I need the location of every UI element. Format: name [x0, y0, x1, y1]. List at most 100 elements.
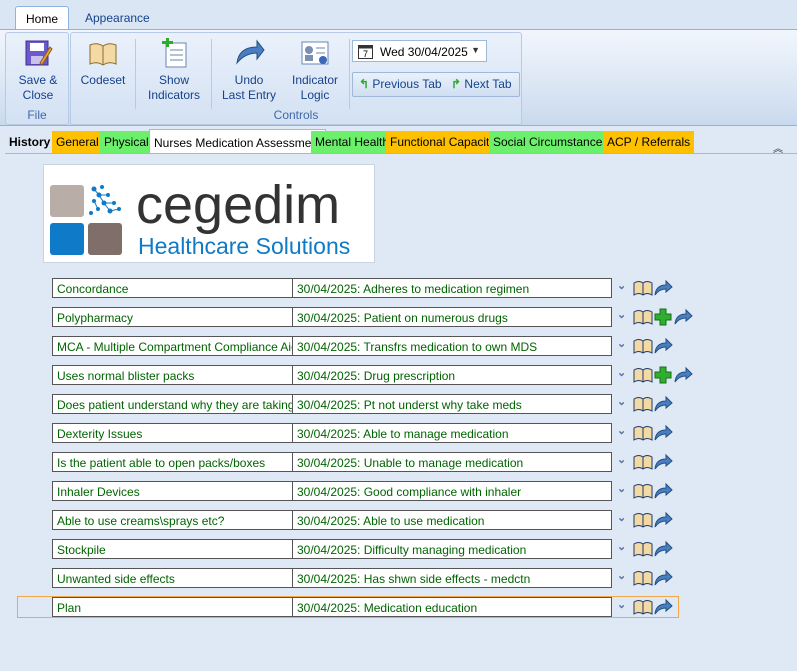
- row-label[interactable]: Plan: [52, 597, 293, 617]
- expand-chevron-icon[interactable]: ⌄: [617, 366, 626, 379]
- tab-home[interactable]: Home: [15, 6, 70, 30]
- row-label[interactable]: MCA - Multiple Compartment Compliance Ai…: [52, 336, 293, 356]
- undo-icon[interactable]: [653, 453, 673, 471]
- row-value[interactable]: 30/04/2025: Able to manage medication: [292, 423, 612, 443]
- tab-appearance[interactable]: Appearance: [75, 6, 160, 30]
- row-label[interactable]: Unwanted side effects: [52, 568, 293, 588]
- book-icon: [89, 43, 117, 66]
- expand-chevron-icon[interactable]: ⌄: [617, 337, 626, 350]
- tab-physical[interactable]: Physical: [100, 131, 153, 153]
- undo-label-1: Undo: [234, 73, 264, 87]
- indicators-icon: [162, 38, 187, 68]
- expand-chevron-icon[interactable]: ⌄: [617, 598, 626, 611]
- show-indicators-label-1: Show: [158, 73, 190, 87]
- row-value[interactable]: 30/04/2025: Able to use medication: [292, 510, 612, 530]
- cegedim-logo: cegedim Healthcare Solutions: [43, 164, 375, 263]
- show-indicators-button[interactable]: Show Indicators: [143, 37, 205, 103]
- row-value[interactable]: 30/04/2025: Medication education: [292, 597, 612, 617]
- row-label[interactable]: Dexterity Issues: [52, 423, 293, 443]
- indicator-logic-icon: [301, 41, 329, 65]
- book-icon[interactable]: [633, 308, 653, 326]
- expand-chevron-icon[interactable]: ⌄: [617, 395, 626, 408]
- book-icon[interactable]: [633, 482, 653, 500]
- tab-nurses-medication-assessment[interactable]: Nurses Medication Assessment: [149, 129, 327, 153]
- row-value[interactable]: 30/04/2025: Has shwn side effects - medc…: [292, 568, 612, 588]
- row-label[interactable]: Able to use creams\sprays etc?: [52, 510, 293, 530]
- row-label[interactable]: Uses normal blister packs: [52, 365, 293, 385]
- save-close-label-1: Save &: [18, 73, 58, 87]
- next-tab-label: Next Tab: [464, 77, 512, 91]
- row-value[interactable]: 30/04/2025: Unable to manage medication: [292, 452, 612, 472]
- row-label[interactable]: Polypharmacy: [52, 307, 293, 327]
- undo-icon[interactable]: [653, 279, 673, 297]
- expand-chevron-icon[interactable]: ⌄: [617, 482, 626, 495]
- row-value[interactable]: 30/04/2025: Drug prescription: [292, 365, 612, 385]
- book-icon[interactable]: [633, 337, 653, 355]
- next-tab-button[interactable]: ↱ Next Tab: [451, 77, 512, 91]
- indicator-logic-button[interactable]: Indicator Logic: [285, 37, 345, 103]
- book-icon[interactable]: [633, 511, 653, 529]
- expand-chevron-icon[interactable]: ⌄: [617, 511, 626, 524]
- expand-chevron-icon[interactable]: ⌄: [617, 279, 626, 292]
- show-indicators-label-2: Indicators: [147, 88, 201, 102]
- codeset-button[interactable]: Codeset: [75, 37, 131, 88]
- book-icon[interactable]: [633, 453, 653, 471]
- tab-social-circumstances[interactable]: Social Circumstances: [489, 131, 613, 153]
- undo-icon[interactable]: [653, 337, 673, 355]
- add-icon[interactable]: [653, 366, 673, 384]
- book-icon[interactable]: [633, 366, 653, 384]
- expand-chevron-icon[interactable]: ⌄: [617, 453, 626, 466]
- expand-chevron-icon[interactable]: ⌄: [617, 569, 626, 582]
- undo-icon[interactable]: [653, 569, 673, 587]
- undo-icon[interactable]: [673, 308, 693, 326]
- previous-tab-label: Previous Tab: [372, 77, 442, 91]
- book-icon[interactable]: [633, 395, 653, 413]
- undo-icon[interactable]: [653, 424, 673, 442]
- book-icon[interactable]: [633, 279, 653, 297]
- book-icon[interactable]: [633, 598, 653, 616]
- form-content: cegedim Healthcare Solutions Concordance…: [5, 153, 797, 671]
- undo-last-entry-button[interactable]: Undo Last Entry: [219, 37, 279, 103]
- tab-general[interactable]: General: [52, 131, 103, 153]
- undo-label-2: Last Entry: [221, 88, 277, 102]
- row-value[interactable]: 30/04/2025: Good compliance with inhaler: [292, 481, 612, 501]
- row-value[interactable]: 30/04/2025: Adheres to medication regime…: [292, 278, 612, 298]
- row-value[interactable]: 30/04/2025: Patient on numerous drugs: [292, 307, 612, 327]
- row-value[interactable]: 30/04/2025: Transfrs medication to own M…: [292, 336, 612, 356]
- logo-image: cegedim Healthcare Solutions: [50, 175, 350, 259]
- tab-navigation: ↰ Previous Tab ↱ Next Tab: [352, 72, 520, 97]
- forward-arrow-icon: ↱: [451, 77, 462, 91]
- row-value[interactable]: 30/04/2025: Difficulty managing medicati…: [292, 539, 612, 559]
- tab-functional-capacity[interactable]: Functional Capacity: [386, 131, 500, 153]
- tab-history[interactable]: History: [5, 131, 54, 153]
- chevron-down-icon[interactable]: ▼: [471, 45, 480, 55]
- date-value: Wed 30/04/2025: [380, 45, 468, 59]
- undo-icon[interactable]: [653, 540, 673, 558]
- row-value[interactable]: 30/04/2025: Pt not underst why take meds: [292, 394, 612, 414]
- book-icon[interactable]: [633, 569, 653, 587]
- row-label[interactable]: Stockpile: [52, 539, 293, 559]
- expand-chevron-icon[interactable]: ⌄: [617, 424, 626, 437]
- undo-icon[interactable]: [653, 598, 673, 616]
- tab-acp-referrals[interactable]: ACP / Referrals: [603, 131, 695, 153]
- undo-icon[interactable]: [653, 395, 673, 413]
- tab-mental-health[interactable]: Mental Health: [311, 131, 394, 153]
- save-close-button[interactable]: Save & Close: [12, 37, 64, 103]
- logo-tagline: Healthcare Solutions: [138, 233, 350, 259]
- previous-tab-button[interactable]: ↰ Previous Tab: [359, 77, 442, 91]
- add-icon[interactable]: [653, 308, 673, 326]
- book-icon[interactable]: [633, 424, 653, 442]
- book-icon[interactable]: [633, 540, 653, 558]
- row-label[interactable]: Inhaler Devices: [52, 481, 293, 501]
- ribbon-tab-strip: Home Appearance: [0, 0, 797, 30]
- row-label[interactable]: Does patient understand why they are tak…: [52, 394, 293, 414]
- undo-icon[interactable]: [653, 511, 673, 529]
- date-picker[interactable]: 7 Wed 30/04/2025 ▼: [352, 40, 487, 62]
- expand-chevron-icon[interactable]: ⌄: [617, 540, 626, 553]
- row-label[interactable]: Concordance: [52, 278, 293, 298]
- expand-chevron-icon[interactable]: ⌄: [617, 308, 626, 321]
- undo-icon[interactable]: [673, 366, 693, 384]
- undo-icon[interactable]: [653, 482, 673, 500]
- row-label[interactable]: Is the patient able to open packs/boxes: [52, 452, 293, 472]
- file-group: Save & Close File: [5, 32, 69, 125]
